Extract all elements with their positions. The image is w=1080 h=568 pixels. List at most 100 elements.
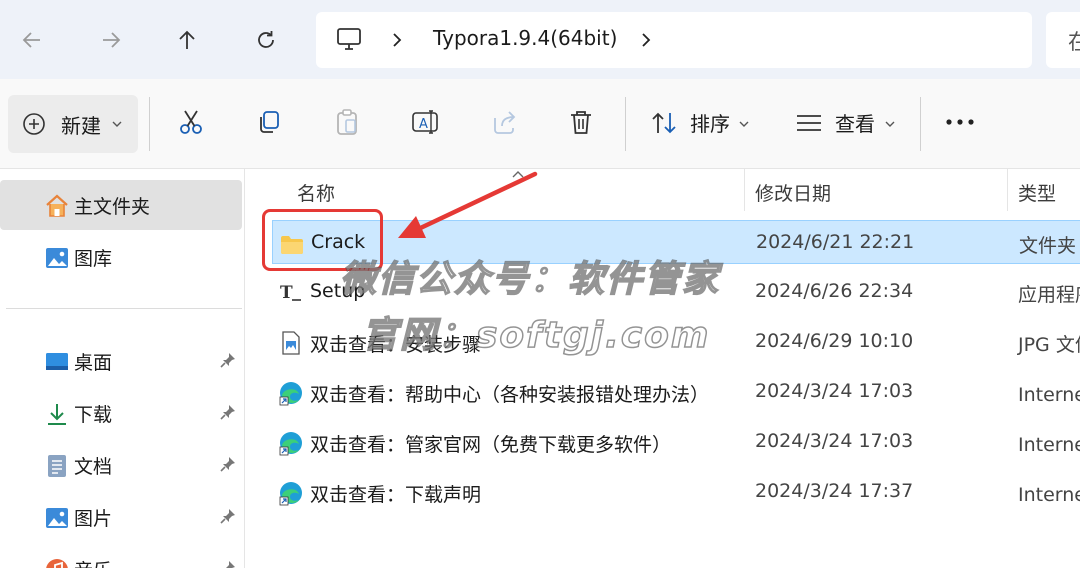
watermark-text-line2: 官网：softgj.com	[361, 314, 711, 357]
file-type: Internet 快捷方式	[1018, 384, 1080, 406]
edge-shortcut-icon	[279, 482, 302, 506]
refresh-button[interactable]	[248, 22, 284, 58]
file-modified-date: 2024/6/29 10:10	[755, 330, 914, 352]
sidebar-item-pictures[interactable]: 图片	[0, 492, 242, 542]
copy-button[interactable]	[254, 107, 284, 137]
cut-button[interactable]	[176, 107, 206, 137]
clipboard-icon	[337, 109, 357, 135]
arrow-left-icon	[22, 32, 40, 48]
svg-text:A: A	[419, 117, 428, 132]
back-button[interactable]	[14, 22, 50, 58]
table-row[interactable]: 双击查看：帮助中心（各种安装报错处理办法） 2024/3/24 17:03 In…	[272, 370, 1080, 414]
table-row[interactable]: 双击查看：下载声明 2024/3/24 17:37 Internet 快捷方式	[272, 470, 1080, 514]
sidebar-item-label: 图库	[74, 248, 113, 270]
breadcrumb-current-folder[interactable]: Typora1.9.4(64bit)	[433, 26, 617, 50]
arrow-right-icon	[103, 32, 121, 48]
sidebar-item-label: 主文件夹	[74, 196, 151, 218]
sidebar-item-label: 图片	[74, 508, 113, 530]
file-name: 双击查看：管家官网（免费下载更多软件）	[310, 434, 672, 456]
refresh-icon	[258, 31, 274, 48]
sidebar-item-music[interactable]: 音乐	[0, 544, 242, 568]
navigation-pane: 主文件夹 图库 桌面 下载 文档 图片 音乐	[0, 169, 245, 568]
sidebar-item-label: 下载	[74, 404, 113, 426]
pin-icon[interactable]	[219, 403, 237, 421]
column-divider[interactable]	[1007, 169, 1008, 211]
file-modified-date: 2024/3/24 17:37	[755, 480, 914, 502]
sort-button[interactable]: 排序	[650, 109, 760, 139]
copy-icon	[260, 111, 279, 133]
music-icon	[46, 559, 68, 568]
sidebar-divider	[6, 308, 242, 309]
column-header-date[interactable]: 修改日期	[755, 179, 831, 221]
more-options-button[interactable]	[945, 107, 975, 137]
sort-arrows-icon	[652, 112, 676, 134]
file-type: JPG 文件	[1018, 334, 1080, 356]
file-name: 双击查看：下载声明	[310, 484, 482, 506]
search-placeholder: 在	[1068, 30, 1080, 54]
pin-icon[interactable]	[219, 455, 237, 473]
file-modified-date: 2024/6/21 22:21	[756, 231, 915, 253]
edge-shortcut-icon	[279, 432, 302, 456]
image-file-icon	[282, 331, 300, 355]
sidebar-item-documents[interactable]: 文档	[0, 440, 242, 490]
new-button[interactable]: 新建	[8, 95, 138, 153]
view-button[interactable]: 查看	[795, 109, 905, 139]
new-button-label: 新建	[61, 114, 101, 138]
edge-shortcut-icon	[279, 382, 302, 406]
sidebar-item-downloads[interactable]: 下载	[0, 388, 242, 438]
file-type: 应用程序	[1018, 284, 1080, 306]
forward-button[interactable]	[93, 22, 129, 58]
file-modified-date: 2024/6/26 22:34	[755, 280, 914, 302]
chevron-right-icon	[393, 33, 402, 47]
list-view-icon	[797, 115, 821, 131]
rename-button[interactable]: A	[410, 107, 440, 137]
chevron-right-icon[interactable]	[640, 32, 652, 48]
paste-button[interactable]	[332, 107, 362, 137]
sidebar-item-gallery[interactable]: 图库	[0, 232, 242, 282]
address-bar[interactable]: Typora1.9.4(64bit)	[316, 12, 1032, 68]
file-type: Internet 快捷方式	[1018, 484, 1080, 506]
desktop-icon	[46, 353, 68, 370]
chevron-down-icon	[739, 121, 749, 127]
pin-icon[interactable]	[219, 351, 237, 369]
gallery-icon	[46, 248, 68, 268]
toolbar-divider	[625, 97, 626, 151]
delete-button[interactable]	[566, 107, 596, 137]
search-box[interactable]: 在	[1046, 12, 1080, 68]
svg-text:T: T	[280, 283, 293, 303]
share-icon	[494, 111, 516, 134]
scissors-icon	[180, 110, 202, 134]
pin-icon[interactable]	[219, 559, 237, 568]
share-button[interactable]	[489, 107, 519, 137]
toolbar-divider	[149, 97, 150, 151]
sidebar-item-home[interactable]: 主文件夹	[0, 180, 242, 230]
file-explorer-window: { "address_bar": { "crumb": "Typora1.9.4…	[0, 0, 1080, 568]
pictures-icon	[46, 508, 68, 528]
plus-circle-icon	[23, 113, 45, 135]
file-modified-date: 2024/3/24 17:03	[755, 430, 914, 452]
sidebar-item-label: 桌面	[74, 352, 113, 374]
file-type: 文件夹	[1019, 235, 1077, 257]
rename-icon: A	[412, 110, 438, 134]
sidebar-item-label: 文档	[74, 456, 113, 478]
chevron-down-icon	[112, 121, 122, 127]
file-modified-date: 2024/3/24 17:03	[755, 380, 914, 402]
sidebar-item-desktop[interactable]: 桌面	[0, 336, 242, 386]
download-icon	[48, 404, 66, 425]
more-horizontal-icon	[946, 119, 974, 125]
file-type: Internet 快捷方式	[1018, 434, 1080, 456]
column-header-type[interactable]: 类型	[1018, 179, 1056, 221]
annotation-arrow-icon	[398, 171, 538, 238]
computer-icon	[337, 28, 361, 50]
table-row[interactable]: 双击查看：管家官网（免费下载更多软件） 2024/3/24 17:03 Inte…	[272, 420, 1080, 464]
watermark-text-line1: 微信公众号：软件管家	[339, 258, 721, 301]
pin-icon[interactable]	[219, 507, 237, 525]
file-name: 双击查看：帮助中心（各种安装报错处理办法）	[310, 384, 710, 406]
application-icon: T	[280, 283, 301, 303]
column-divider[interactable]	[744, 169, 745, 211]
view-button-label: 查看	[835, 112, 875, 136]
up-button[interactable]	[169, 22, 205, 58]
arrow-up-icon	[179, 30, 195, 49]
sidebar-item-label: 音乐	[74, 556, 112, 568]
sort-button-label: 排序	[690, 112, 730, 136]
